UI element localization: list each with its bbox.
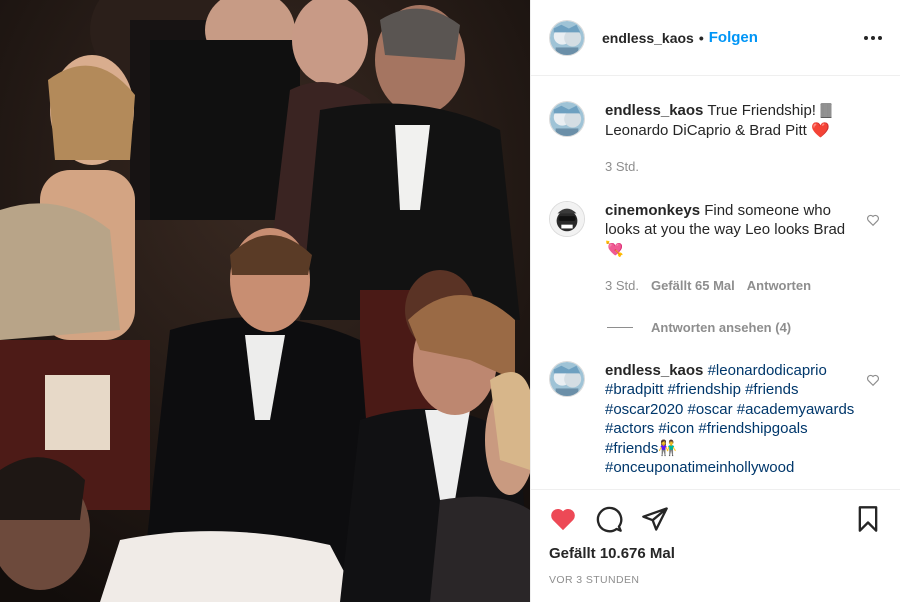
comment-time[interactable]: 3 Std.	[605, 157, 639, 177]
avatar-image	[550, 20, 584, 55]
comment-username[interactable]: cinemonkeys	[605, 202, 700, 219]
instagram-post: endless_kaos • Folgen endless_kaos True …	[0, 0, 900, 602]
avatar-image	[550, 361, 584, 396]
avatar[interactable]	[549, 200, 585, 237]
view-replies-button[interactable]: Antworten ansehen (4)	[607, 320, 882, 335]
post-photo[interactable]	[0, 0, 530, 602]
comment-body: endless_kaos #leonardodicaprio #bradpitt…	[605, 361, 865, 478]
comment-time[interactable]: 3 Std.	[605, 276, 639, 296]
view-replies-label: Antworten ansehen (4)	[651, 319, 792, 335]
heart-icon[interactable]	[549, 505, 577, 533]
comment: cinemonkeys Find someone who looks at yo…	[549, 200, 882, 296]
comment-username[interactable]: endless_kaos	[605, 102, 703, 119]
post-image	[0, 0, 530, 602]
reply-button[interactable]: Antworten	[747, 276, 811, 296]
avatar-image	[550, 102, 584, 136]
comment-username[interactable]: endless_kaos	[605, 362, 703, 379]
more-dot	[864, 35, 868, 40]
bookmark-icon[interactable]	[854, 505, 882, 533]
comment-likes[interactable]: Gefällt 65 Mal	[651, 276, 735, 296]
heart-icon[interactable]	[866, 373, 880, 387]
avatar[interactable]	[549, 101, 585, 137]
comment-meta: 3 Std. Gefällt 65 Mal Antworten	[605, 276, 865, 296]
comments-list[interactable]: endless_kaos True Friendship! 🀫 Leonardo…	[531, 77, 900, 489]
comment-body: cinemonkeys Find someone who looks at yo…	[605, 201, 865, 296]
avatar[interactable]	[549, 19, 585, 56]
header-username[interactable]: endless_kaos	[602, 30, 694, 46]
more-dot	[871, 35, 875, 40]
separator-dot: •	[698, 29, 704, 46]
action-bar	[549, 490, 882, 548]
post-header: endless_kaos • Folgen	[531, 0, 900, 76]
comment-icon[interactable]	[595, 505, 623, 533]
comment: endless_kaos #leonardodicaprio #bradpitt…	[549, 360, 882, 478]
post-timestamp[interactable]: VOR 3 STUNDEN	[549, 574, 882, 586]
likes-count[interactable]: Gefällt 10.676 Mal	[549, 545, 882, 562]
share-icon[interactable]	[641, 505, 669, 533]
avatar-image	[550, 201, 584, 236]
avatar[interactable]	[549, 360, 585, 397]
post-actions-area: Gefällt 10.676 Mal VOR 3 STUNDEN	[531, 489, 900, 602]
replies-line	[607, 326, 633, 328]
comment-body: endless_kaos True Friendship! 🀫 Leonardo…	[605, 101, 865, 177]
heart-icon[interactable]	[866, 213, 880, 227]
post-sidebar: endless_kaos • Folgen endless_kaos True …	[530, 0, 900, 602]
caption-comment: endless_kaos True Friendship! 🀫 Leonardo…	[549, 101, 882, 177]
more-icon[interactable]	[864, 30, 882, 46]
comment-meta: 3 Std.	[605, 157, 865, 177]
follow-button[interactable]: Folgen	[709, 29, 758, 46]
more-dot	[878, 35, 882, 40]
